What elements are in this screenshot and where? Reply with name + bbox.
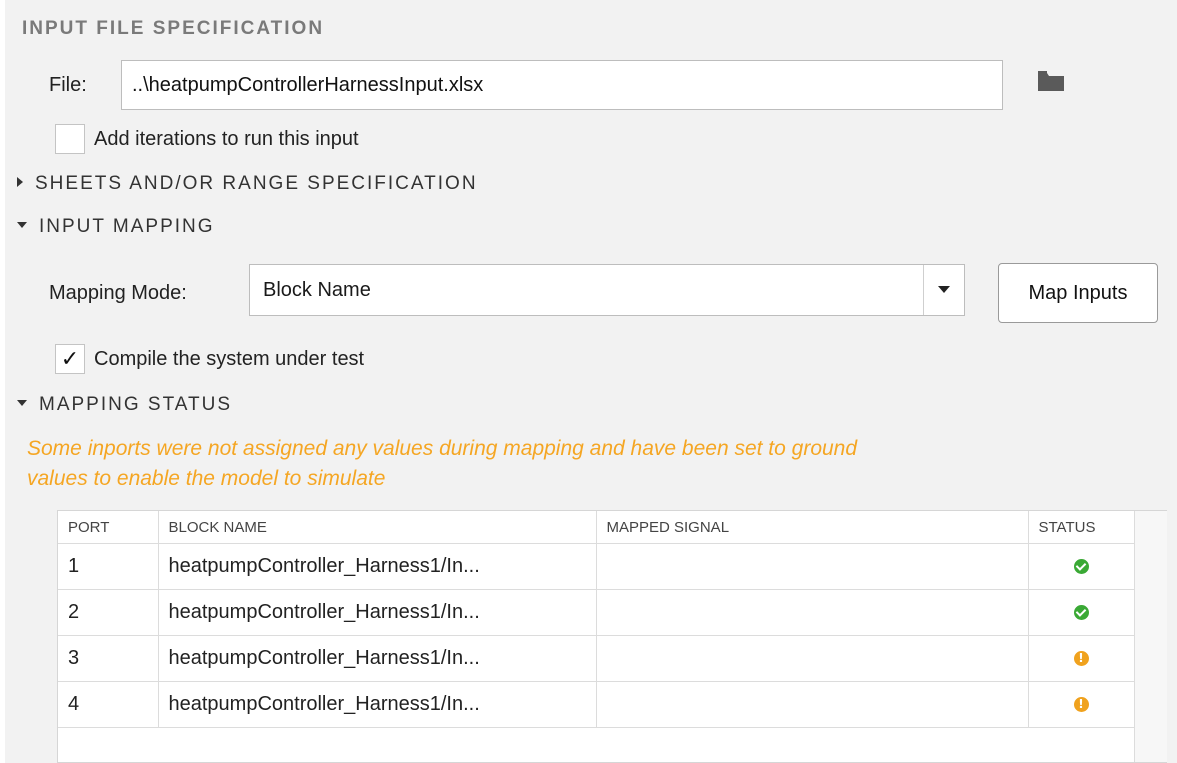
collapse-triangle-icon [17, 221, 27, 228]
status-cell [1028, 681, 1135, 728]
block-name-cell: heatpumpController_Harness1/In... [158, 589, 597, 636]
mapped-signal-cell [596, 543, 1029, 590]
warning-exclamation-icon [1073, 697, 1089, 713]
add-iterations-checkbox[interactable] [55, 124, 85, 154]
mapping-mode-value: Block Name [263, 279, 371, 301]
port-cell: 4 [58, 681, 159, 728]
table-header-row: PORT BLOCK NAME MAPPED SIGNAL STATUS [58, 511, 1135, 544]
input-file-spec-title: INPUT FILE SPECIFICATION [22, 18, 325, 39]
mapped-signal-cell [596, 589, 1029, 636]
file-label: File: [49, 74, 87, 96]
block-name-cell: heatpumpController_Harness1/In... [158, 543, 597, 590]
warning-line-2: values to enable the model to simulate [27, 467, 386, 490]
mapping-status-title: MAPPING STATUS [39, 394, 233, 415]
block-name-cell: heatpumpController_Harness1/In... [158, 635, 597, 682]
block-name-cell: heatpumpController_Harness1/In... [158, 681, 597, 728]
mapping-mode-label: Mapping Mode: [49, 282, 187, 304]
dropdown-arrow-icon[interactable] [938, 286, 950, 293]
column-header-status[interactable]: STATUS [1028, 511, 1135, 544]
port-cell: 2 [58, 589, 159, 636]
mapping-warning-message: Some inports were not assigned any value… [27, 434, 1127, 494]
add-iterations-label: Add iterations to run this input [94, 128, 359, 150]
warning-line-1: Some inports were not assigned any value… [27, 437, 858, 460]
warning-exclamation-icon [1073, 651, 1089, 667]
status-cell [1028, 635, 1135, 682]
table-row[interactable]: 2 heatpumpController_Harness1/In... [58, 589, 1135, 636]
file-path-input[interactable]: ..\heatpumpControllerHarnessInput.xlsx [121, 60, 1003, 110]
table-row[interactable]: 4 heatpumpController_Harness1/In... [58, 681, 1135, 728]
sheets-range-title: SHEETS AND/OR RANGE SPECIFICATION [35, 173, 478, 194]
success-check-icon [1073, 605, 1089, 621]
map-inputs-button[interactable]: Map Inputs [998, 263, 1158, 323]
input-mapping-title: INPUT MAPPING [39, 216, 215, 237]
port-cell: 3 [58, 635, 159, 682]
status-cell [1028, 543, 1135, 590]
table-row[interactable]: 1 heatpumpController_Harness1/In... [58, 543, 1135, 590]
mapped-signal-cell [596, 635, 1029, 682]
folder-icon[interactable] [1037, 70, 1065, 92]
test-input-panel: INPUT FILE SPECIFICATION File: ..\heatpu… [5, 0, 1177, 763]
mapping-mode-dropdown[interactable]: Block Name [249, 264, 965, 316]
mapping-status-table: PORT BLOCK NAME MAPPED SIGNAL STATUS 1 h… [57, 510, 1167, 763]
column-header-port[interactable]: PORT [58, 511, 159, 544]
mapping-status-section-header[interactable]: MAPPING STATUS [17, 394, 232, 416]
dropdown-separator [923, 265, 924, 315]
port-cell: 1 [58, 543, 159, 590]
expand-triangle-icon [17, 176, 23, 187]
collapse-triangle-icon [17, 399, 27, 406]
column-header-block-name[interactable]: BLOCK NAME [158, 511, 597, 544]
compile-label: Compile the system under test [94, 348, 365, 370]
table-scrollbar[interactable] [1134, 511, 1167, 762]
status-cell [1028, 589, 1135, 636]
sheets-range-section-header[interactable]: SHEETS AND/OR RANGE SPECIFICATION [17, 173, 478, 195]
input-mapping-section-header[interactable]: INPUT MAPPING [17, 216, 215, 238]
mapped-signal-cell [596, 681, 1029, 728]
file-path-value: ..\heatpumpControllerHarnessInput.xlsx [132, 73, 484, 96]
column-header-mapped-signal[interactable]: MAPPED SIGNAL [596, 511, 1029, 544]
table-row[interactable]: 3 heatpumpController_Harness1/In... [58, 635, 1135, 682]
success-check-icon [1073, 559, 1089, 575]
compile-checkbox[interactable]: ✓ [55, 344, 85, 374]
